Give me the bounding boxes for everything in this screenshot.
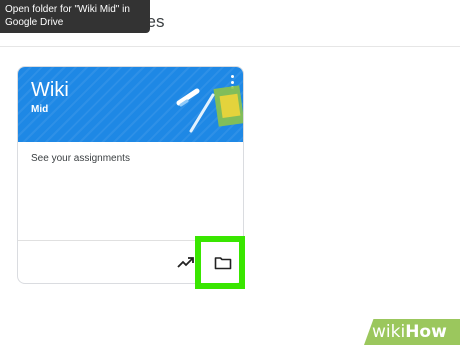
card-section: Mid	[31, 104, 49, 115]
see-assignments-link[interactable]: See your assignments	[31, 153, 130, 164]
folder-highlight-box	[195, 236, 245, 289]
card-title[interactable]: Wiki	[31, 79, 69, 102]
trend-icon[interactable]	[177, 255, 195, 269]
drive-folder-tooltip: Open folder for "Wiki Mid" in Google Dri…	[0, 0, 150, 33]
header-illustration	[176, 85, 243, 133]
wikihow-watermark: wikiHow	[372, 322, 447, 342]
card-header[interactable]: Wiki Mid	[18, 67, 243, 142]
header-divider	[0, 46, 460, 47]
